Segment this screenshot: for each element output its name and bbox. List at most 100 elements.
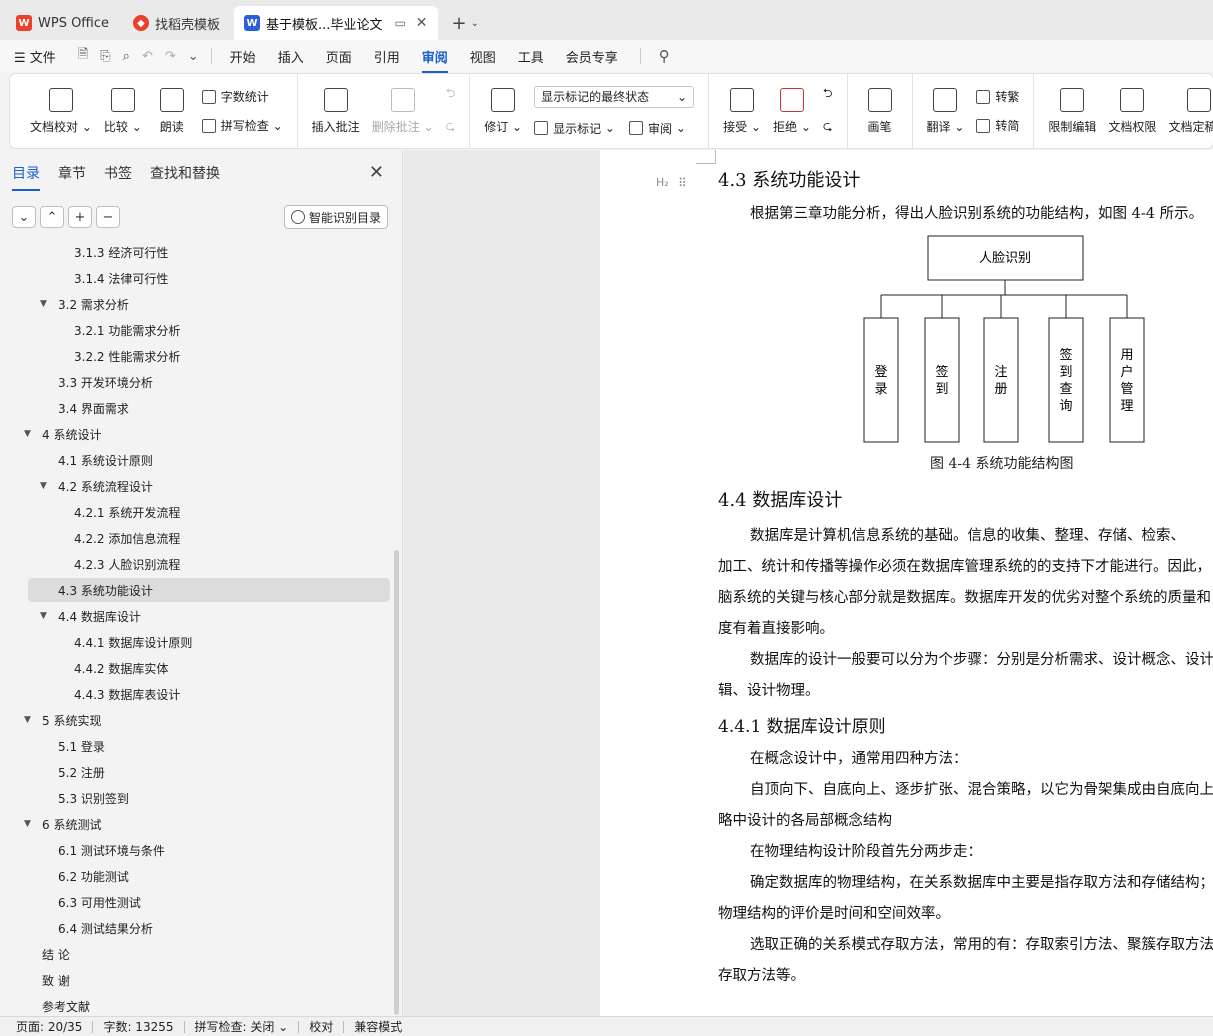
toc-item[interactable]: 4.4.1 数据库设计原则 [74,630,192,654]
toc-item[interactable]: 3.2.2 性能需求分析 [74,344,180,368]
more-chevron-icon[interactable]: ⌄ [188,49,199,64]
menu-references[interactable]: 引用 [374,47,400,66]
page-indicator[interactable]: 页面: 20/35 [16,1018,82,1035]
undo-icon[interactable]: ↶ [142,49,153,64]
prev-change-button[interactable]: ⮌ [823,84,833,105]
smart-toc-button[interactable]: 智能识别目录 [283,205,388,229]
toc-item[interactable]: 参考文献 [42,994,90,1014]
export-icon[interactable]: ⎘ [100,49,110,64]
pen-button[interactable]: 画笔 [862,87,898,135]
toc-item[interactable]: 5.3 识别签到 [58,786,129,810]
expand-arrow-icon[interactable]: ▼ [40,299,52,309]
nav-tab-find-replace[interactable]: 查找和替换 [150,163,220,183]
nav-tab-chapters[interactable]: 章节 [58,163,86,183]
menu-insert[interactable]: 插入 [278,47,304,66]
save-icon[interactable]: 🗎 [78,45,88,67]
translate-button[interactable]: 翻译 ⌄ [927,87,964,135]
toc-item[interactable]: 5.1 登录 [58,734,105,758]
toc-item[interactable]: 3.1.3 经济可行性 [74,244,168,264]
prev-comment-button[interactable]: ⮌ [446,84,456,105]
insert-comment-button[interactable]: 插入批注 [312,87,360,135]
add-level-button[interactable]: + [68,206,92,228]
toc-item-label: 4.4.1 数据库设计原则 [74,635,193,650]
toc-item[interactable]: 3.1.4 法律可行性 [74,266,168,290]
doc-permission-button[interactable]: 文档权限 [1108,87,1156,135]
tab-docer-templates[interactable]: ◆ 找稻壳模板 [123,6,230,40]
toc-item[interactable]: 3.2.1 功能需求分析 [74,318,180,342]
spell-check-button[interactable]: 拼写检查 ⌄ [201,117,283,134]
word-count-indicator[interactable]: 字数: 13255 [103,1018,173,1035]
search-icon[interactable]: ⚲ [659,47,670,65]
next-comment-button[interactable]: ⮎ [446,117,456,138]
collapse-button[interactable]: ⌄ [12,206,36,228]
spell-check-indicator[interactable]: 拼写检查: 关闭 ⌄ [195,1018,289,1035]
print-preview-icon[interactable]: ⌕ [123,49,130,64]
file-menu[interactable]: ☰ 文件 [14,47,56,66]
toc-item[interactable]: 致 谢 [42,968,70,992]
expand-arrow-icon[interactable]: ▼ [24,715,36,725]
window-icon[interactable]: ▭ [394,16,405,30]
delete-comment-button[interactable]: 删除批注 ⌄ [372,87,434,135]
toc-item[interactable]: 6.2 功能测试 [58,864,129,888]
next-change-button[interactable]: ⮎ [823,117,833,138]
doc-check-button[interactable]: 文档校对 ⌄ [30,87,92,135]
markup-mode-select[interactable]: 显示标记的最终状态 ⌄ [534,85,695,108]
proof-indicator[interactable]: 校对 [309,1018,333,1035]
toc-item[interactable]: 4.4.3 数据库表设计 [74,682,180,706]
to-traditional-button[interactable]: 转繁 [976,88,1019,105]
close-tab-icon[interactable]: ✕ [416,15,428,31]
toc-item[interactable]: 4.1 系统设计原则 [58,448,153,472]
toc-item[interactable]: ▼ 5 系统实现 [24,708,101,732]
tab-wps-office[interactable]: W WPS Office [6,6,119,40]
menu-home[interactable]: 开始 [230,47,256,66]
toc-item[interactable]: ▼ 4.4 数据库设计 [40,604,141,628]
new-tab-button[interactable]: + ⌄ [442,6,489,40]
menu-page[interactable]: 页面 [326,47,352,66]
restrict-edit-button[interactable]: 限制编辑 [1048,87,1096,135]
expand-arrow-icon[interactable]: ▼ [24,819,36,829]
toc-item[interactable]: ▼ 3.2 需求分析 [40,292,129,316]
toc-item[interactable]: 4.4.2 数据库实体 [74,656,168,680]
chevron-down-icon[interactable]: ⌄ [471,18,479,29]
toc-item[interactable]: ▼ 6 系统测试 [24,812,101,836]
to-simplified-button[interactable]: 转简 [976,117,1019,134]
tab-document[interactable]: W 基于模板...毕业论文 ▭ ✕ [234,6,438,40]
remove-level-button[interactable]: − [96,206,120,228]
expand-arrow-icon[interactable]: ▼ [24,429,36,439]
toc-item[interactable]: 5.2 注册 [58,760,105,784]
read-aloud-button[interactable]: 朗读 [154,87,190,135]
toc-item[interactable]: 4.2.1 系统开发流程 [74,500,180,524]
finalize-button[interactable]: 文档定稿 ⌄ [1168,87,1213,135]
toc-item[interactable]: 4.2.3 人脸识别流程 [74,552,180,576]
menu-review[interactable]: 审阅 [421,47,448,73]
toc-item[interactable]: 6.4 测试结果分析 [58,916,153,940]
toc-item[interactable]: 6.1 测试环境与条件 [58,838,165,862]
reject-button[interactable]: 拒绝 ⌄ [773,87,811,135]
toc-item[interactable]: ▼ 4.2 系统流程设计 [40,474,153,498]
expand-arrow-icon[interactable]: ▼ [40,481,52,491]
accept-button[interactable]: 接受 ⌄ [723,87,761,135]
close-icon[interactable]: ✕ [369,162,384,183]
toc-item[interactable]: 结 论 [42,942,70,966]
toc-item[interactable]: 3.3 开发环境分析 [58,370,153,394]
expand-arrow-icon[interactable]: ▼ [40,611,52,621]
menu-view[interactable]: 视图 [470,47,496,66]
toc-scrollbar[interactable] [394,550,399,1015]
toc-item[interactable]: 4.2.2 添加信息流程 [74,526,180,550]
nav-tab-toc[interactable]: 目录 [12,163,40,191]
compare-button[interactable]: 比较 ⌄ [104,87,142,135]
review-pane-button[interactable]: 审阅 ⌄ [628,120,686,137]
redo-icon[interactable]: ↷ [165,49,176,64]
word-count-button[interactable]: 字数统计 [201,88,283,105]
finalize-icon [1187,87,1212,112]
expand-button[interactable]: ⌃ [40,206,64,228]
toc-item[interactable]: 4.3 系统功能设计 [58,578,153,602]
menu-tools[interactable]: 工具 [518,47,544,66]
show-markup-button[interactable]: 显示标记 ⌄ [534,120,615,137]
track-changes-button[interactable]: 修订 ⌄ [484,87,522,135]
menu-member[interactable]: 会员专享 [566,47,618,66]
toc-item[interactable]: 6.3 可用性测试 [58,890,141,914]
toc-item[interactable]: ▼ 4 系统设计 [24,422,101,446]
toc-item[interactable]: 3.4 界面需求 [58,396,129,420]
nav-tab-bookmarks[interactable]: 书签 [104,163,132,183]
